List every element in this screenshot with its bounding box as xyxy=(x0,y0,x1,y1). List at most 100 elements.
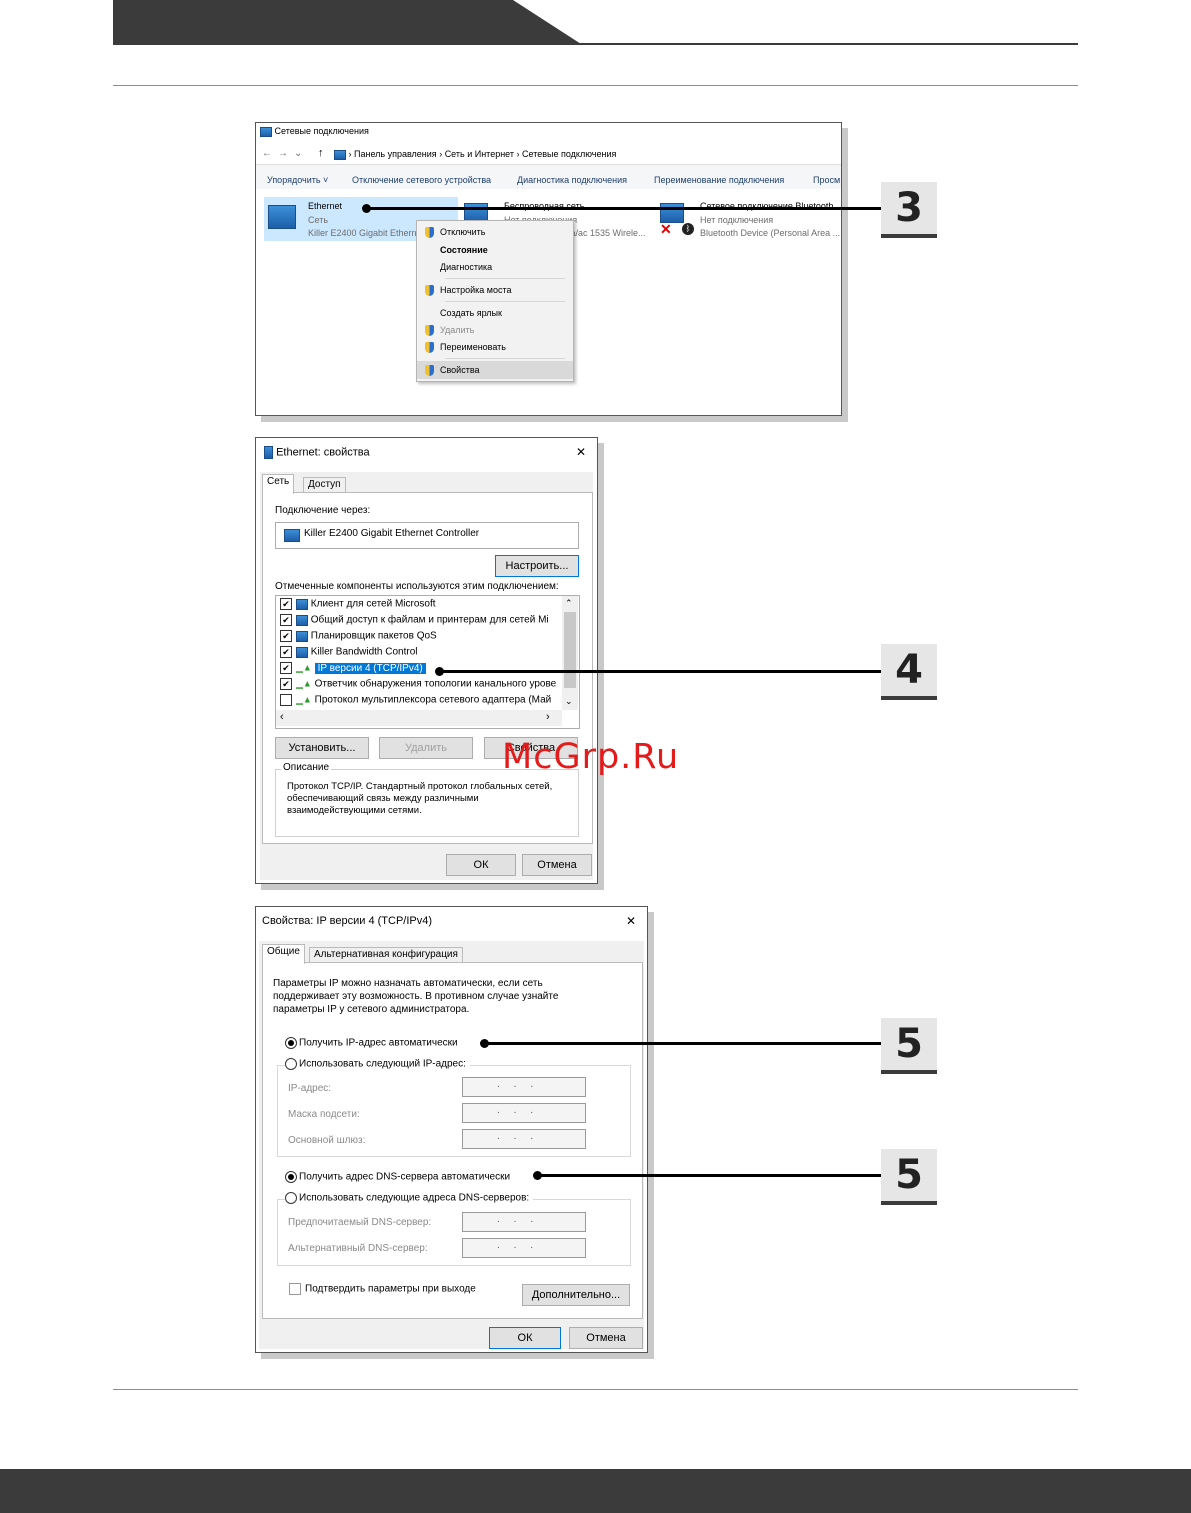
callout-4: 4 xyxy=(881,644,937,700)
adapter-status: Сеть xyxy=(308,215,329,225)
tab-general[interactable]: Общие xyxy=(262,944,305,964)
adapter-device: Bluetooth Device (Personal Area ... xyxy=(700,228,841,238)
uninstall-button[interactable]: Удалить xyxy=(379,737,473,759)
list-item-ipv4[interactable]: ✔ ▁▲ IP версии 4 (TCP/IPv4) xyxy=(280,662,426,674)
diagnose-button[interactable]: Диагностика подключения xyxy=(517,175,627,185)
close-icon[interactable]: ✕ xyxy=(626,914,636,928)
checkbox[interactable] xyxy=(289,1283,301,1295)
checkbox[interactable]: ✔ xyxy=(280,614,292,626)
rename-button[interactable]: Переименование подключения xyxy=(654,175,784,185)
disable-device-button[interactable]: Отключение сетевого устройства xyxy=(352,175,491,185)
shield-icon xyxy=(425,285,434,297)
ok-button[interactable]: ОК xyxy=(489,1327,561,1349)
scroll-right-icon[interactable]: › xyxy=(546,711,550,723)
install-button[interactable]: Установить... xyxy=(275,737,369,759)
adapter-field: Killer E2400 Gigabit Ethernet Controller xyxy=(275,522,579,549)
validate-checkbox[interactable]: Подтвердить параметры при выходе xyxy=(289,1283,476,1295)
tab-network[interactable]: Сеть xyxy=(262,474,295,494)
vertical-scrollbar[interactable]: ⌃ ⌄ xyxy=(562,596,578,710)
scroll-thumb[interactable] xyxy=(564,612,576,688)
ethernet-properties-window: Ethernet: свойства ✕ Сеть Доступ Подключ… xyxy=(255,437,598,884)
preferred-dns-field[interactable]: . . . xyxy=(462,1212,586,1232)
list-item[interactable]: ✔ ▁▲ Ответчик обнаружения топологии канал… xyxy=(280,678,556,690)
network-connections-window: Сетевые подключения ←→⌄ ↑ › Панель управ… xyxy=(255,122,842,416)
menu-separator xyxy=(445,358,565,359)
window-title: Сетевые подключения xyxy=(260,126,369,137)
cancel-button[interactable]: Отмена xyxy=(522,854,592,876)
menu-bridge[interactable]: Настройка моста xyxy=(417,281,573,299)
close-icon[interactable]: ✕ xyxy=(576,445,586,459)
watermark: McGrp.Ru xyxy=(502,737,680,777)
checkbox[interactable]: ✔ xyxy=(280,598,292,610)
nav-buttons[interactable]: ←→⌄ xyxy=(262,148,308,159)
adapter-device: /a/ac 1535 Wirele... xyxy=(568,228,646,238)
adapter-bluetooth[interactable]: ✕ ᛒ Сетевое подключение Bluetooth Нет по… xyxy=(658,197,841,241)
adapter-name: Killer E2400 Gigabit Ethernet Controller xyxy=(304,528,480,539)
manual-dns-radio[interactable]: Использовать следующие адреса DNS-сервер… xyxy=(285,1192,534,1204)
alternate-dns-label: Альтернативный DNS-сервер: xyxy=(288,1243,428,1254)
cancel-button[interactable]: Отмена xyxy=(569,1327,643,1349)
auto-ip-radio[interactable]: Получить IP-адрес автоматически xyxy=(285,1037,458,1049)
adapter-name: Ethernet xyxy=(308,201,343,211)
adapter-device: Killer E2400 Gigabit Ethern xyxy=(308,228,417,238)
subnet-mask-label: Маска подсети: xyxy=(288,1109,360,1120)
description-label: Описание xyxy=(281,762,332,773)
menu-properties[interactable]: Свойства xyxy=(417,361,573,379)
view-button[interactable]: Просм xyxy=(813,175,840,185)
menu-status[interactable]: Состояние xyxy=(417,241,573,259)
radio-button[interactable] xyxy=(285,1192,297,1204)
manual-ip-radio[interactable]: Использовать следующий IP-адрес: xyxy=(285,1058,470,1070)
list-item[interactable]: ▁▲ Протокол мультиплексора сетевого адап… xyxy=(280,694,551,706)
callout-4-line xyxy=(439,670,881,673)
bluetooth-icon: ᛒ xyxy=(682,223,694,235)
scroll-up-icon[interactable]: ⌃ xyxy=(565,598,573,609)
protocol-icon: ▁▲ xyxy=(296,694,312,705)
checkbox[interactable]: ✔ xyxy=(280,662,292,674)
header-divider xyxy=(113,85,1078,86)
breadcrumb-network-internet[interactable]: Сеть и Интернет xyxy=(445,149,514,159)
alternate-dns-field[interactable]: . . . xyxy=(462,1238,586,1258)
bluetooth-adapter-icon xyxy=(660,203,684,223)
list-item[interactable]: ✔ Killer Bandwidth Control xyxy=(280,646,418,658)
auto-dns-radio[interactable]: Получить адрес DNS-сервера автоматически xyxy=(285,1171,510,1183)
header-bar xyxy=(113,0,581,44)
menu-rename[interactable]: Переименовать xyxy=(417,338,573,356)
menu-disable[interactable]: Отключить xyxy=(417,223,573,241)
disconnected-icon: ✕ xyxy=(660,221,672,237)
ok-button[interactable]: ОК xyxy=(446,854,516,876)
breadcrumb-control-panel[interactable]: Панель управления xyxy=(354,149,437,159)
checkbox[interactable]: ✔ xyxy=(280,646,292,658)
advanced-button[interactable]: Дополнительно... xyxy=(522,1284,630,1306)
radio-button[interactable] xyxy=(285,1037,297,1049)
menu-diagnostics[interactable]: Диагностика xyxy=(417,258,573,276)
scroll-left-icon[interactable]: ‹ xyxy=(280,711,284,723)
menu-create-shortcut[interactable]: Создать ярлык xyxy=(417,304,573,322)
callout-5a-line xyxy=(484,1042,881,1045)
breadcrumb-network-connections[interactable]: Сетевые подключения xyxy=(522,149,616,159)
callout-5b-line xyxy=(537,1174,881,1177)
subnet-mask-field[interactable]: . . . xyxy=(462,1103,586,1123)
configure-button[interactable]: Настроить... xyxy=(495,555,579,577)
menu-delete[interactable]: Удалить xyxy=(417,321,573,339)
command-bar: Упорядочить ˅ Отключение сетевого устрой… xyxy=(256,165,841,189)
organize-button[interactable]: Упорядочить ˅ xyxy=(267,175,328,185)
gateway-field[interactable]: . . . xyxy=(462,1129,586,1149)
breadcrumb: › Панель управления › Сеть и Интернет › … xyxy=(334,149,616,160)
callout-3: 3 xyxy=(881,182,937,238)
ethernet-adapter-icon xyxy=(268,205,296,229)
gateway-label: Основной шлюз: xyxy=(288,1135,366,1146)
ip-address-field[interactable]: . . . xyxy=(462,1077,586,1097)
list-item[interactable]: ✔ Клиент для сетей Microsoft xyxy=(280,598,436,610)
service-icon xyxy=(296,646,308,658)
horizontal-scrollbar[interactable]: ‹ › xyxy=(276,710,562,726)
up-arrow-icon[interactable]: ↑ xyxy=(318,147,324,159)
radio-button[interactable] xyxy=(285,1171,297,1183)
network-folder-icon xyxy=(334,149,346,160)
scroll-down-icon[interactable]: ⌄ xyxy=(565,696,573,707)
checkbox[interactable]: ✔ xyxy=(280,630,292,642)
list-item[interactable]: ✔ Планировщик пакетов QoS xyxy=(280,630,437,642)
list-item[interactable]: ✔ Общий доступ к файлам и принтерам для … xyxy=(280,614,549,626)
radio-button[interactable] xyxy=(285,1058,297,1070)
checkbox[interactable]: ✔ xyxy=(280,678,292,690)
checkbox[interactable] xyxy=(280,694,292,706)
